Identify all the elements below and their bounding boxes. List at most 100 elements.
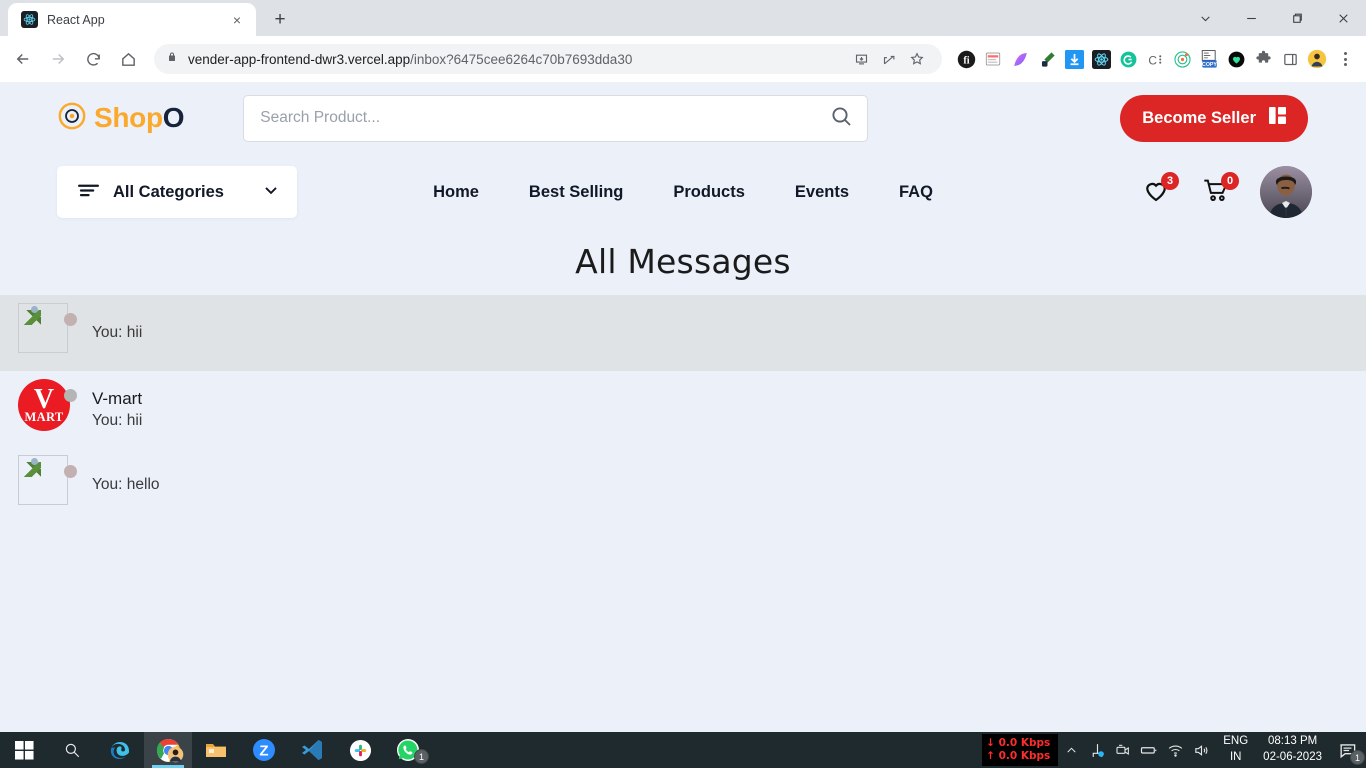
all-categories-dropdown[interactable]: All Categories <box>57 166 297 218</box>
download-icon[interactable] <box>1062 47 1086 71</box>
notification-icon[interactable]: 1 <box>1328 732 1366 768</box>
chrome-menu-icon[interactable] <box>1332 46 1358 72</box>
browser-tab[interactable]: React App × <box>8 3 256 36</box>
reload-icon[interactable] <box>78 44 108 74</box>
extensions-strip: fi C COPY <box>949 47 1329 71</box>
svg-text:COPY: COPY <box>1202 61 1217 67</box>
shop-header: ShopO Become Seller <box>0 82 1366 154</box>
conversation-name: V-mart <box>92 388 143 408</box>
search-input[interactable] <box>260 109 830 127</box>
system-tray: ↓ 0.0 Kbps ↑ 0.0 Kbps ENG IN 08:13 PM 02… <box>982 732 1366 768</box>
upload-speed: ↑ 0.0 Kbps <box>986 750 1051 762</box>
conversation-preview: You: hii <box>92 324 143 341</box>
heart-green-icon[interactable] <box>1224 47 1248 71</box>
page-title: All Messages <box>575 242 791 281</box>
install-icon[interactable] <box>848 46 874 72</box>
conversation-text: You: hii <box>92 324 142 342</box>
vmart-logo-icon: V MART <box>18 379 70 431</box>
target-icon[interactable] <box>1170 47 1194 71</box>
volume-icon[interactable] <box>1188 732 1214 768</box>
become-seller-button[interactable]: Become Seller <box>1120 94 1308 142</box>
nav-link-events[interactable]: Events <box>795 183 849 202</box>
nav-link-products[interactable]: Products <box>673 183 745 202</box>
nav-link-best-selling[interactable]: Best Selling <box>529 183 623 202</box>
network-share-icon[interactable] <box>1084 732 1110 768</box>
minimize-icon[interactable] <box>1228 0 1274 36</box>
conversation-avatar: V MART <box>18 379 78 439</box>
svg-text:fi: fi <box>963 55 969 66</box>
home-icon[interactable] <box>113 44 143 74</box>
windows-taskbar: Z 1 ↓ 0.0 Kbps ↑ 0.0 Kbps ENG IN 08:13 P… <box>0 732 1366 768</box>
gradient-icon[interactable] <box>1008 47 1032 71</box>
slack-icon[interactable] <box>336 732 384 768</box>
share-icon[interactable] <box>876 46 902 72</box>
omnibox-actions <box>848 46 930 72</box>
list-item[interactable]: You: hello <box>0 447 1366 523</box>
conversation-preview: You: hello <box>92 476 160 493</box>
cart-button[interactable]: 0 <box>1200 172 1239 208</box>
react-devtools-icon[interactable] <box>1089 47 1113 71</box>
wifi-icon[interactable] <box>1162 732 1188 768</box>
filter-lines-icon <box>78 182 99 202</box>
zoom-icon[interactable]: Z <box>240 732 288 768</box>
conversation-list: You: hii V MART V-mart You: hii You: hel… <box>0 295 1366 523</box>
clock-time: 08:13 PM <box>1267 735 1318 748</box>
camera-icon[interactable] <box>1110 732 1136 768</box>
tab-search-icon[interactable] <box>1182 0 1228 36</box>
status-dot <box>64 465 77 478</box>
whatsapp-icon[interactable]: 1 <box>384 732 432 768</box>
close-icon[interactable] <box>1320 0 1366 36</box>
profile-avatar-icon[interactable] <box>1305 47 1329 71</box>
become-seller-label: Become Seller <box>1142 108 1256 127</box>
logo-text: ShopO <box>94 102 185 133</box>
start-button[interactable] <box>0 732 48 768</box>
list-item[interactable]: V MART V-mart You: hii <box>0 371 1366 447</box>
search-icon[interactable] <box>829 104 853 133</box>
wishlist-button[interactable]: 3 <box>1140 172 1179 208</box>
battery-icon[interactable] <box>1136 732 1162 768</box>
clickup-icon[interactable]: C <box>1143 47 1167 71</box>
all-categories-label: All Categories <box>113 182 224 201</box>
notes-icon[interactable] <box>981 47 1005 71</box>
clock[interactable]: 08:13 PM 02-06-2023 <box>1257 734 1328 765</box>
shopo-logo[interactable]: ShopO <box>57 101 185 136</box>
bookmark-star-icon[interactable] <box>904 46 930 72</box>
wishlist-badge: 3 <box>1161 172 1179 190</box>
chevron-up-icon[interactable] <box>1058 732 1084 768</box>
nav-link-home[interactable]: Home <box>433 183 479 202</box>
list-item[interactable]: You: hii <box>0 295 1366 371</box>
search-bar[interactable] <box>243 94 869 142</box>
whatsapp-badge: 1 <box>414 749 429 764</box>
copy-icon[interactable]: COPY <box>1197 47 1221 71</box>
svg-text:C: C <box>1148 53 1157 67</box>
taskbar-search-icon[interactable] <box>48 732 96 768</box>
svg-text:Z: Z <box>259 743 268 760</box>
react-icon <box>21 11 38 28</box>
broken-image-icon <box>18 303 68 353</box>
tab-close-icon[interactable]: × <box>228 11 246 29</box>
avatar[interactable] <box>1260 166 1312 218</box>
network-speed-meter[interactable]: ↓ 0.0 Kbps ↑ 0.0 Kbps <box>982 734 1059 766</box>
address-bar[interactable]: vender-app-frontend-dwr3.vercel.app/inbo… <box>154 44 942 74</box>
back-icon[interactable] <box>8 44 38 74</box>
maximize-icon[interactable] <box>1274 0 1320 36</box>
eyedropper-icon[interactable] <box>1035 47 1059 71</box>
sidepanel-icon[interactable] <box>1278 47 1302 71</box>
vscode-icon[interactable] <box>288 732 336 768</box>
grammarly-icon[interactable] <box>1116 47 1140 71</box>
vmart-letter: V <box>33 383 55 415</box>
language-indicator[interactable]: ENG IN <box>1214 734 1257 765</box>
language-line2: IN <box>1229 751 1242 763</box>
new-tab-button[interactable]: + <box>266 5 294 33</box>
forward-icon[interactable] <box>43 44 73 74</box>
vmart-word: MART <box>24 409 64 424</box>
target-logo-icon <box>57 101 87 136</box>
folder-icon[interactable] <box>192 732 240 768</box>
nav-link-faq[interactable]: FAQ <box>899 183 933 202</box>
conversation-avatar <box>18 303 78 363</box>
bitwarden-icon[interactable]: fi <box>954 47 978 71</box>
puzzle-icon[interactable] <box>1251 47 1275 71</box>
page-content: ShopO Become Seller All Categories <box>0 82 1366 732</box>
chrome-icon[interactable] <box>144 732 192 768</box>
edge-icon[interactable] <box>96 732 144 768</box>
